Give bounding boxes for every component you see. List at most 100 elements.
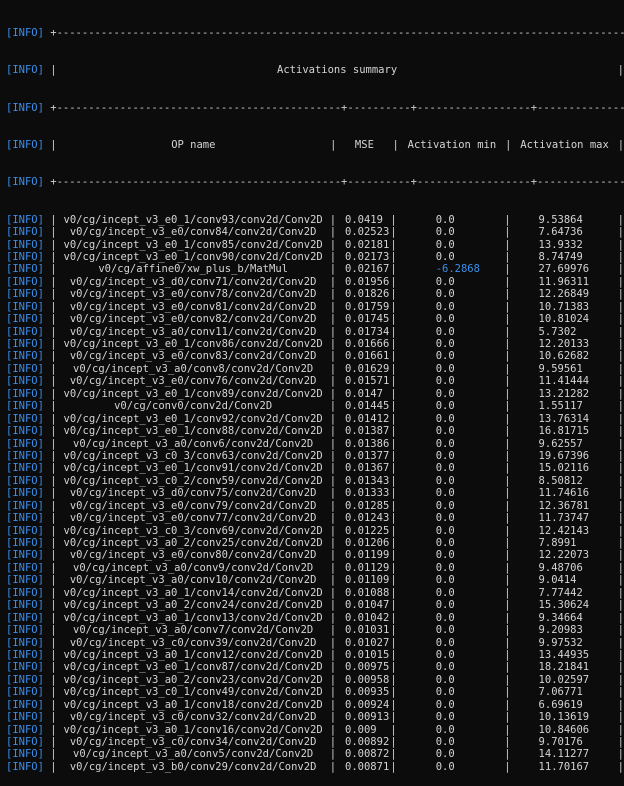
op-name-cell: v0/cg/incept_v3_e0_1/conv92/conv2d/Conv2… [63, 412, 323, 425]
table-row: [INFO] | v0/cg/incept_v3_a0_2/conv23/conv… [6, 673, 624, 686]
activation-max-cell: 6.69619 [538, 698, 583, 711]
activation-max-cell: 12.22073 [538, 549, 590, 562]
op-name-cell: v0/cg/affine0/xw_plus_b/MatMul [98, 263, 288, 276]
activation-min-cell: 0.0 [435, 537, 455, 549]
mse-cell: 0.01445 [345, 400, 390, 413]
log-tag: [INFO] [6, 599, 44, 612]
mse-cell: 0.01225 [345, 524, 390, 537]
table-row: [INFO] | v0/cg/incept_v3_a0_1/conv13/conv… [6, 611, 624, 624]
mse-cell: 0.01285 [345, 499, 390, 512]
op-name-cell: v0/cg/incept_v3_a0/conv5/conv2d/Conv2D [73, 748, 314, 761]
table-row: [INFO] | v0/cg/incept_v3_c0/conv39/conv2d… [6, 636, 624, 649]
activation-min-cell: 0.0 [435, 250, 455, 263]
table-row: [INFO] | v0/cg/incept_v3_e0_1/conv88/conv… [6, 425, 624, 438]
table-row: [INFO] | v0/cg/incept_v3_a0_1/conv16/conv… [6, 723, 624, 736]
activation-min-cell: 0.0 [435, 338, 455, 350]
activation-max-cell: 9.34664 [538, 611, 583, 624]
table-title-row: [INFO] | Activations summary | [6, 64, 624, 77]
table-row: [INFO] | v0/cg/incept_v3_c0_1/conv49/conv… [6, 686, 624, 699]
activation-min-cell: 0.0 [435, 760, 455, 773]
activation-max-cell: 8.74749 [538, 250, 583, 263]
activation-max-cell: 1.55117 [538, 400, 583, 413]
mse-cell: 0.0419 [345, 213, 383, 226]
mse-cell: 0.00871 [345, 760, 390, 773]
activation-max-cell: 10.81024 [538, 313, 590, 326]
mse-cell: 0.01412 [345, 412, 390, 425]
log-tag: [INFO] [6, 723, 44, 736]
log-tag: [INFO] [6, 226, 44, 239]
mse-cell: 0.01387 [345, 425, 390, 438]
activation-min-cell: 0.0 [435, 673, 455, 686]
op-name-cell: v0/cg/incept_v3_e0/conv79/conv2d/Conv2D [69, 499, 317, 512]
op-name-cell: v0/cg/incept_v3_e0_1/conv90/conv2d/Conv2… [63, 250, 323, 263]
activation-max-cell: 9.48706 [538, 561, 583, 574]
activation-max-cell: 11.70167 [538, 760, 590, 773]
log-tag: [INFO] [6, 499, 44, 512]
activation-min-cell: 0.0 [435, 698, 455, 711]
activation-min-cell: 0.0 [435, 412, 455, 425]
activation-max-cell: 9.0414 [538, 574, 577, 587]
activation-min-cell: 0.0 [435, 238, 455, 251]
op-name-cell: v0/cg/incept_v3_e0_1/conv91/conv2d/Conv2… [63, 462, 323, 475]
activation-min-cell: 0.0 [435, 611, 455, 624]
log-tag: [INFO] [6, 288, 44, 301]
table-row: [INFO] | v0/cg/incept_v3_e0/conv82/conv2d… [6, 313, 624, 326]
mse-cell: 0.02181 [345, 238, 390, 251]
table-row: [INFO] | v0/cg/incept_v3_e0/conv76/conv2d… [6, 375, 624, 388]
table-row: [INFO] | v0/cg/incept_v3_c0_2/conv59/conv… [6, 474, 624, 487]
mse-cell: 0.02167 [345, 263, 390, 276]
table-row: [INFO] | v0/cg/incept_v3_a0/conv6/conv2d/… [6, 437, 624, 450]
activation-max-cell: 15.30624 [538, 599, 590, 612]
mse-cell: 0.00913 [345, 711, 390, 724]
op-name-cell: v0/cg/incept_v3_a0/conv8/conv2d/Conv2D [73, 362, 314, 375]
op-name-cell: v0/cg/incept_v3_e0/conv76/conv2d/Conv2D [69, 375, 317, 388]
activation-min-cell: 0.0 [435, 313, 455, 326]
mse-cell: 0.01571 [345, 375, 390, 388]
table-row: [INFO] | v0/cg/incept_v3_e0/conv81/conv2d… [6, 300, 624, 313]
op-name-cell: v0/cg/incept_v3_e0/conv77/conv2d/Conv2D [69, 512, 317, 525]
log-tag: [INFO] [6, 263, 44, 276]
activation-max-cell: 13.21282 [538, 387, 590, 400]
log-tag: [INFO] [6, 474, 44, 487]
activation-max-cell: 11.74616 [538, 487, 590, 500]
log-tag: [INFO] [6, 524, 44, 537]
activation-min-cell: 0.0 [435, 300, 455, 313]
mse-cell: 0.01129 [345, 561, 390, 574]
activation-min-cell: -6.2868 [435, 263, 480, 276]
table-row: [INFO] | v0/cg/incept_v3_e0_1/conv87/conv… [6, 661, 624, 674]
op-name-cell: v0/cg/incept_v3_c0_1/conv49/conv2d/Conv2… [63, 686, 323, 699]
log-tag: [INFO] [6, 362, 44, 375]
op-name-cell: v0/cg/incept_v3_e0/conv84/conv2d/Conv2D [69, 226, 317, 239]
table-row: [INFO] | v0/cg/incept_v3_a0/conv8/conv2d/… [6, 362, 624, 375]
mse-cell: 0.01956 [345, 275, 390, 288]
activation-min-cell: 0.0 [435, 400, 455, 413]
log-tag: [INFO] [6, 101, 44, 114]
table-row: [INFO] | v0/cg/incept_v3_c0/conv32/conv2d… [6, 711, 624, 724]
table-header-border: [INFO] +--------------------------------… [6, 176, 624, 189]
log-tag: [INFO] [6, 698, 44, 711]
mse-cell: 0.01734 [345, 325, 390, 338]
mse-cell: 0.01088 [345, 586, 390, 599]
activation-min-cell: 0.0 [435, 275, 455, 288]
mse-cell: 0.01343 [345, 474, 390, 487]
activation-min-cell: 0.0 [435, 213, 455, 226]
log-tag: [INFO] [6, 375, 44, 388]
log-tag: [INFO] [6, 300, 44, 313]
op-name-cell: v0/cg/incept_v3_e0_1/conv87/conv2d/Conv2… [63, 661, 323, 674]
activation-min-cell: 0.0 [435, 723, 455, 736]
op-name-cell: v0/cg/incept_v3_d0/conv71/conv2d/Conv2D [69, 275, 317, 288]
mse-cell: 0.01629 [345, 362, 390, 375]
activation-max-cell: 13.9332 [538, 238, 583, 251]
log-tag: [INFO] [6, 213, 44, 226]
log-tag: [INFO] [6, 760, 44, 773]
mse-cell: 0.00975 [345, 661, 390, 674]
op-name-cell: v0/cg/incept_v3_e0/conv80/conv2d/Conv2D [69, 549, 317, 562]
log-tag: [INFO] [6, 387, 44, 400]
activation-min-cell: 0.0 [435, 686, 455, 699]
activation-max-cell: 16.81715 [538, 425, 590, 438]
mse-cell: 0.00958 [345, 673, 390, 686]
op-name-cell: v0/cg/incept_v3_e0_1/conv89/conv2d/Conv2… [63, 387, 323, 400]
mse-cell: 0.01333 [345, 487, 390, 500]
activation-max-cell: 10.84606 [538, 723, 590, 736]
table-row: [INFO] | v0/cg/incept_v3_e0/conv80/conv2d… [6, 549, 624, 562]
